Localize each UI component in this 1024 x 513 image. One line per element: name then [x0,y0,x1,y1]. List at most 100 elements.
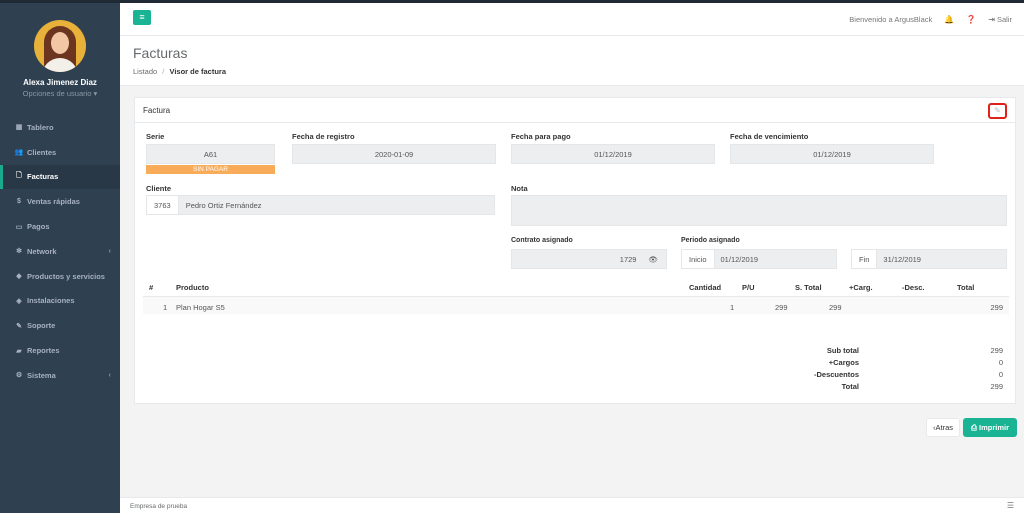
panel-header: Factura ✎ [135,98,1015,123]
edit-icon: ✎ [994,106,1001,115]
sidebar-item-soporte[interactable]: ✎ Soporte [0,313,120,338]
invoice-panel: Factura ✎ Serie A61 SIN PAGAR Fecha de r… [134,97,1016,404]
sidebar-item-tablero[interactable]: ▦ Tablero [0,115,120,140]
page-title: Facturas [133,45,188,61]
breadcrumb-root[interactable]: Listado [133,67,157,76]
topbar: ≡ Bienvenido a ArgusBlack 🔔 ❓ ⇥ Salir [120,0,1024,36]
col-header-total: Total [957,283,975,292]
registro-field[interactable]: 2020-01-09 [292,144,496,164]
row-pu: 1 [730,303,735,312]
serie-field[interactable]: A61 [146,144,275,164]
fin-label: Fin [852,250,878,268]
print-button[interactable]: ⎙ Imprimir [963,418,1017,437]
descuentos-label: -Descuentos [813,370,859,379]
cargos-label: +Cargos [828,358,859,367]
row-num: 1 [163,303,168,312]
col-header-cantidad: Cantidad [689,283,722,292]
sidebar-item-network[interactable]: ✻ Network ‹ [0,239,120,264]
eye-icon[interactable]: 👁 [648,255,658,264]
nota-textarea[interactable] [511,195,1007,226]
sidebar-item-productos[interactable]: ◆ Productos y servicios [0,264,120,289]
row-producto: Plan Hogar S5 [176,303,225,312]
logout-link[interactable]: ⇥ Salir [988,15,1012,24]
vencimiento-label: Fecha de vencimiento [730,132,809,141]
sidebar-item-label: Reportes [27,346,60,356]
sidebar-item-label: Clientes [27,147,57,157]
print-label: Imprimir [978,423,1009,432]
company-name: Empresa de prueba [130,503,188,510]
user-options-dropdown[interactable]: Opciones de usuario ▾ [0,89,120,98]
breadcrumb-current: Visor de factura [169,67,227,76]
sidebar: Alexa Jimenez Diaz Opciones de usuario ▾… [0,0,120,513]
cliente-field[interactable]: 3763 Pedro Ortiz Fernández [146,195,495,215]
sidebar-item-label: Sistema [27,370,56,380]
pago-label: Fecha para pago [511,132,571,141]
fin-value: 31/12/2019 [883,254,921,264]
back-button[interactable]: ‹ Atras [926,418,960,437]
wrench-icon: ✎ [16,322,22,330]
bell-icon[interactable]: 🔔 [944,15,954,24]
sidebar-item-label: Productos y servicios [27,271,105,281]
sidebar-item-label: Facturas [27,172,59,182]
avatar[interactable] [34,20,86,72]
chevron-left-icon: ‹ [108,247,111,255]
sidebar-item-facturas[interactable]: 🗋 Facturas [0,164,120,190]
tag-icon: ◆ [16,273,22,281]
total-label: Total [841,382,859,391]
edit-invoice-button[interactable]: ✎ [988,103,1007,119]
col-header-producto: Producto [176,283,209,292]
rocket-icon: ◈ [16,297,22,305]
welcome-text: Bienvenido a ArgusBlack [849,15,933,24]
settings-icon[interactable]: ☰ [1007,501,1014,510]
book-icon: ▰ [16,347,22,355]
total-value: 299 [990,382,1003,391]
money-icon: ▭ [15,223,23,231]
contrato-value: 1729 [619,254,637,264]
sidebar-item-instalaciones[interactable]: ◈ Instalaciones [0,289,120,314]
inicio-field[interactable]: Inicio 01/12/2019 [681,249,837,269]
sidebar-item-ventas-rapidas[interactable]: $ Ventas rápidas [0,189,120,214]
print-icon: ⎙ [970,422,977,432]
sidebar-item-label: Soporte [27,321,56,331]
sidebar-item-pagos[interactable]: ▭ Pagos [0,214,120,239]
col-header-carg: +Carg. [849,283,873,292]
nota-label: Nota [511,184,528,193]
page-heading: Facturas Listado / Visor de factura [120,36,1024,86]
help-icon[interactable]: ❓ [966,15,976,24]
sidebar-item-label: Ventas rápidas [27,197,80,207]
sidebar-item-label: Instalaciones [27,296,75,306]
logout-label: Salir [996,15,1012,24]
sidebar-item-label: Network [27,246,57,256]
contrato-field[interactable]: 1729 👁 [511,249,667,269]
menu-toggle-button[interactable]: ≡ [133,10,151,25]
cliente-id: 3763 [147,196,179,214]
sidebar-item-label: Pagos [27,222,50,232]
col-header-stotal: S. Total [795,283,822,292]
dollar-icon: $ [17,198,21,206]
subtotal-value: 299 [990,346,1003,355]
periodo-label: Periodo asignado [681,237,740,244]
sidebar-item-sistema[interactable]: ⚙ Sistema ‹ [0,363,120,388]
sidebar-item-reportes[interactable]: ▰ Reportes [0,338,120,363]
registro-label: Fecha de registro [292,132,355,141]
cliente-label: Cliente [146,184,172,193]
fin-field[interactable]: Fin 31/12/2019 [851,249,1007,269]
user-profile: Alexa Jimenez Diaz Opciones de usuario ▾ [0,3,120,105]
col-header-pu: P/U [742,283,755,292]
footer: Empresa de prueba ☰ [120,497,1024,513]
cliente-name: Pedro Ortiz Fernández [185,200,262,210]
user-name: Alexa Jimenez Diaz [23,78,97,87]
vencimiento-field[interactable]: 01/12/2019 [730,144,934,164]
topbar-right: Bienvenido a ArgusBlack 🔔 ❓ ⇥ Salir [849,15,1012,24]
cogs-icon: ⚙ [15,372,23,380]
row-total: 299 [990,303,1003,312]
sidebar-item-clientes[interactable]: 👥 Clientes [0,140,120,165]
cargos-value: 0 [998,358,1003,367]
row-stotal: 299 [775,303,788,312]
table-row [143,296,1009,314]
row-carg: 299 [829,303,842,312]
descuentos-value: 0 [998,370,1003,379]
pago-field[interactable]: 01/12/2019 [511,144,715,164]
contrato-label: Contrato asignado [511,237,573,244]
status-badge: SIN PAGAR [146,165,275,174]
